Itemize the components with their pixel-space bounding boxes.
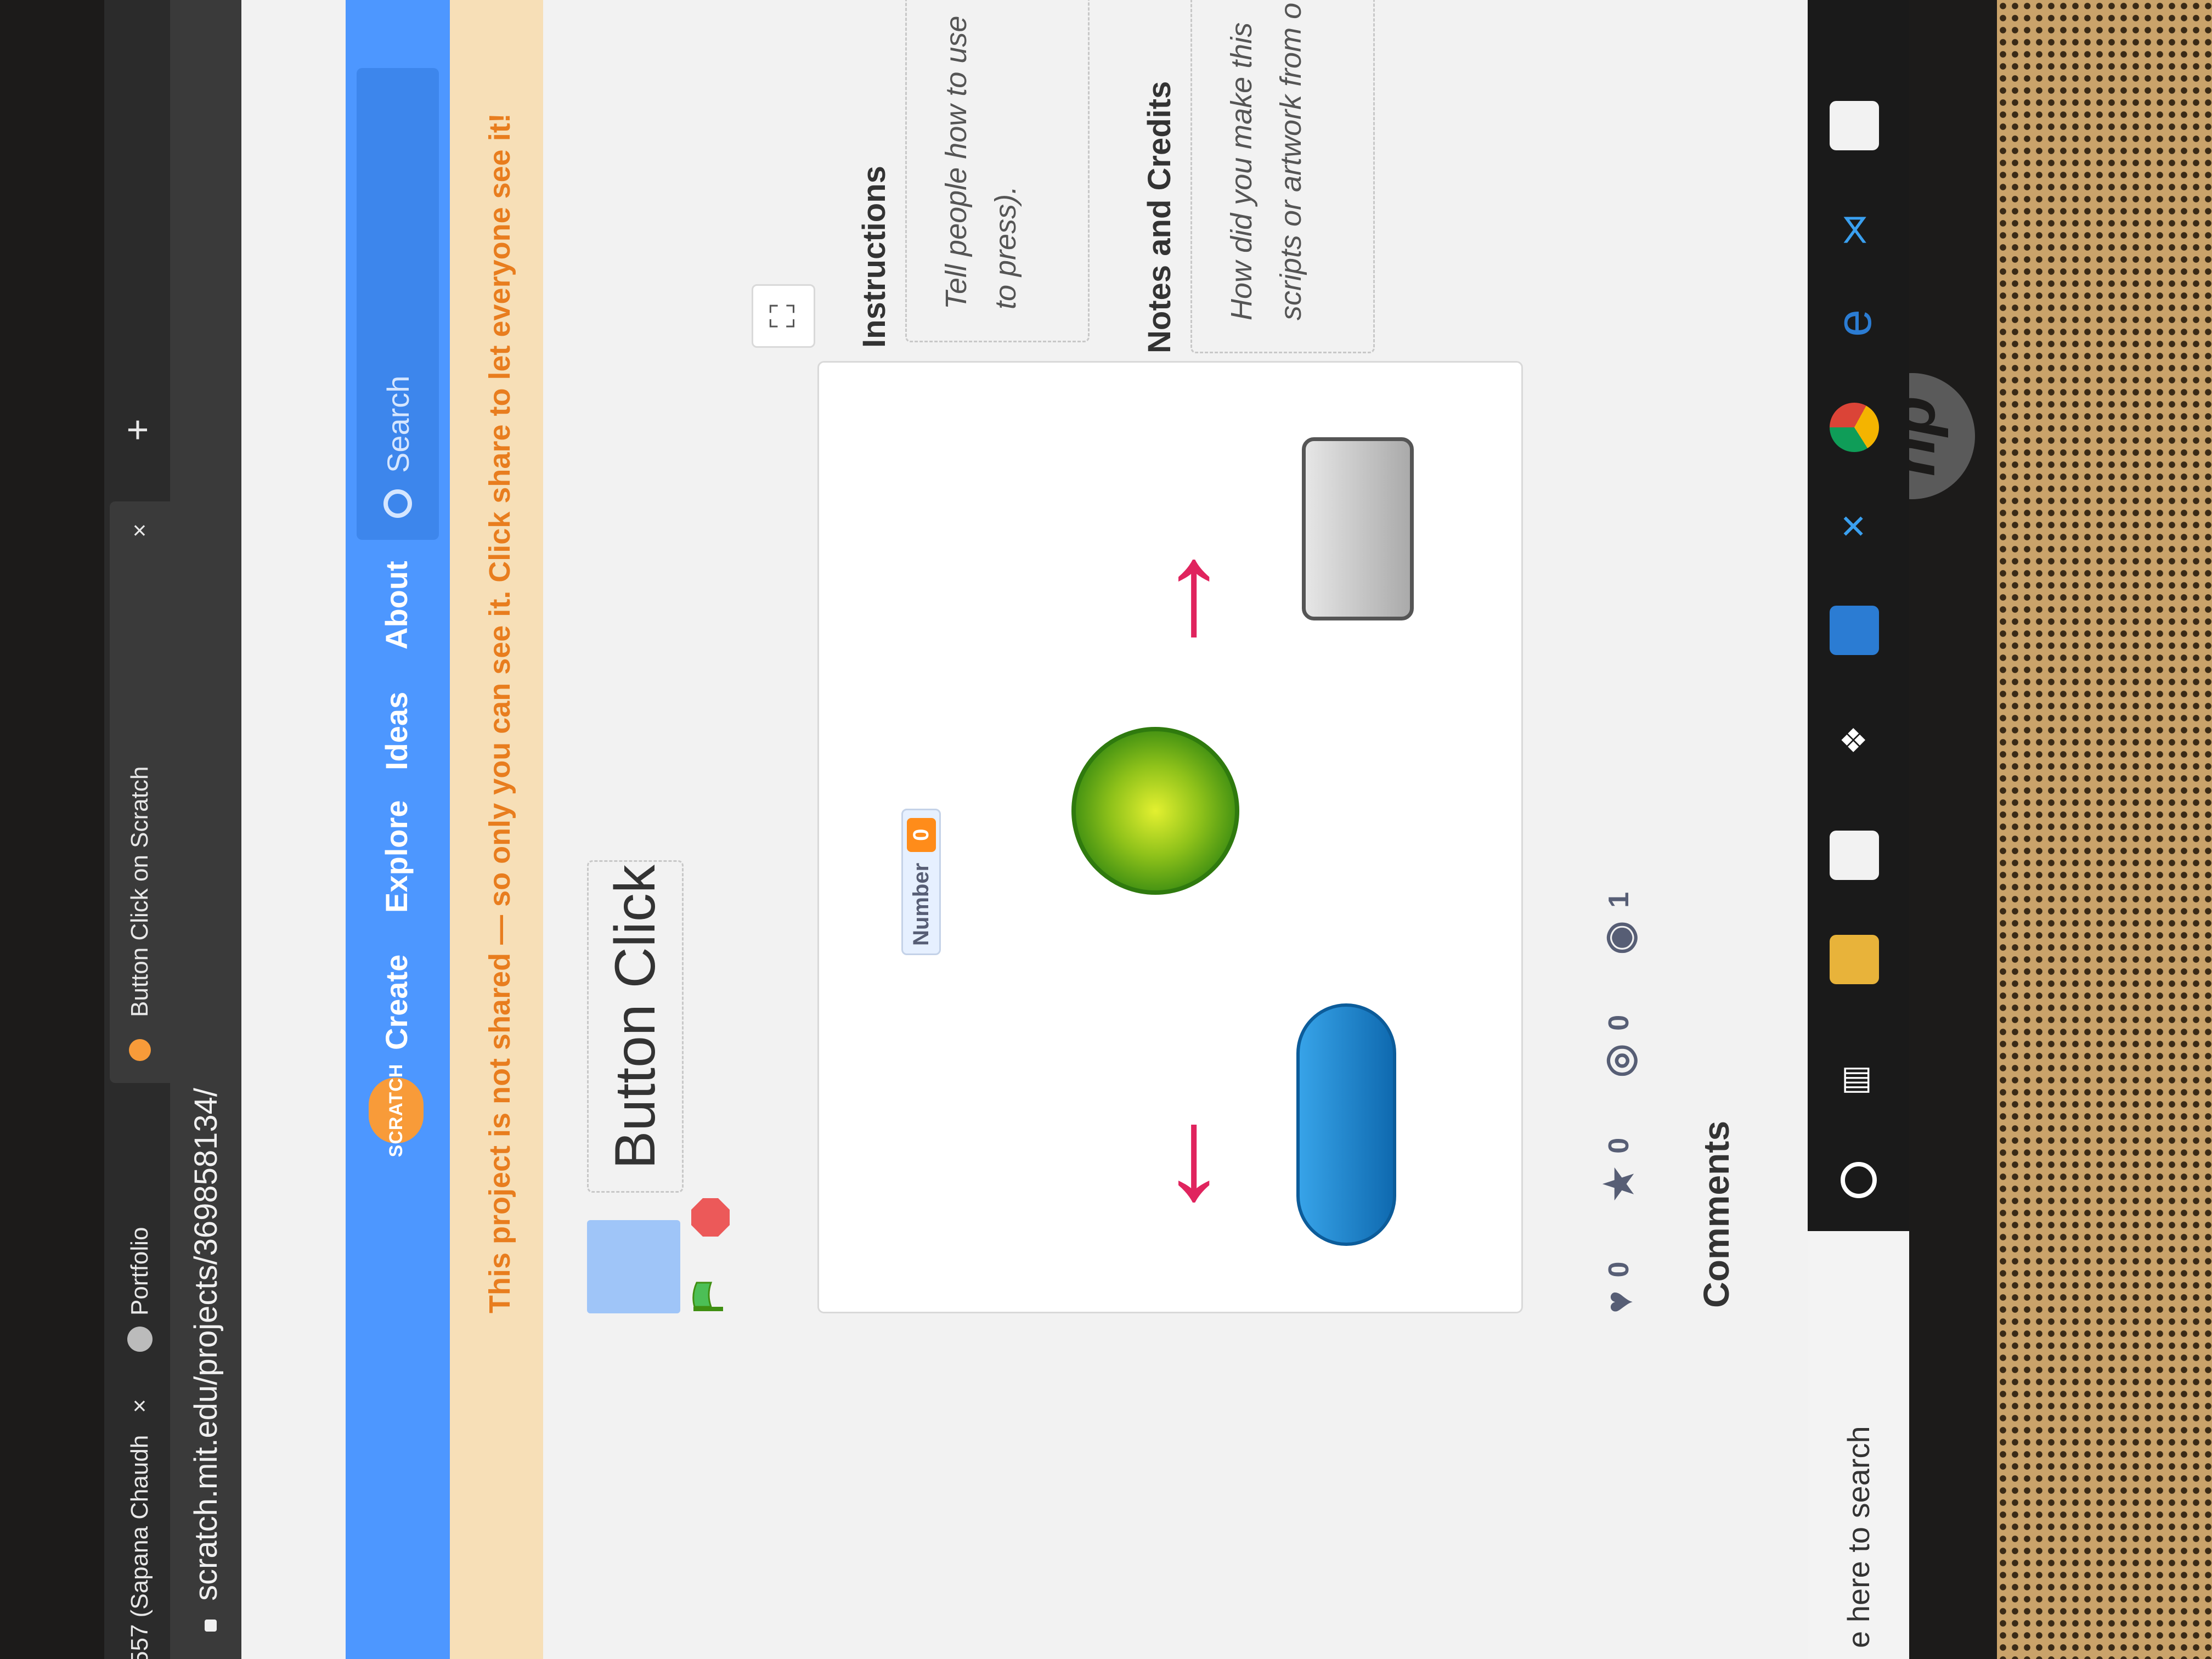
- search-input[interactable]: Search: [357, 68, 439, 540]
- scratch-logo[interactable]: SCRATCH: [369, 1064, 424, 1157]
- blue-button-sprite[interactable]: [1296, 1003, 1396, 1246]
- remix-icon: ◎: [1598, 1043, 1640, 1077]
- tab-title: Portfolio: [126, 1227, 153, 1316]
- banner-text: This project is not shared — so only you…: [483, 113, 516, 1313]
- green-flag-icon[interactable]: [691, 1280, 724, 1313]
- view-stat: ◉ 1: [1596, 892, 1641, 955]
- store-icon[interactable]: [1830, 831, 1879, 880]
- nav-about[interactable]: About: [379, 561, 414, 650]
- favorite-count: 0: [1603, 1137, 1635, 1154]
- laptop-speaker-grille: [1997, 0, 2212, 1659]
- project-title-field[interactable]: Button Click: [587, 860, 684, 1193]
- browser-tab-bar: 557 (Sapana Chaudh × Portfolio Button Cl…: [104, 0, 170, 1659]
- search-placeholder: Search: [380, 375, 415, 473]
- green-button-sprite[interactable]: [1071, 727, 1239, 895]
- project-stats: ♥ 0 ★ 0 ◎ 0 ◉ 1: [1596, 832, 1641, 1313]
- left-arrow-sprite: ←: [1097, 1098, 1244, 1229]
- lock-icon: [204, 1620, 217, 1632]
- dropbox-icon[interactable]: ❖: [1830, 715, 1879, 765]
- taskbar-search[interactable]: e here to search: [1808, 1231, 1909, 1659]
- search-icon: [383, 489, 412, 518]
- browser-tab-active[interactable]: Button Click on Scratch ×: [110, 501, 170, 1083]
- close-icon[interactable]: ×: [126, 1399, 154, 1413]
- instructions-line-2: to press).: [989, 185, 1022, 309]
- file-explorer-icon[interactable]: [1830, 935, 1879, 984]
- project-thumbnail: [587, 1220, 680, 1313]
- monitor-value: 0: [906, 817, 936, 852]
- windows-taskbar: e here to search ▥ ❖ ✕ e ⋊: [1808, 0, 1909, 1659]
- edge-icon[interactable]: e: [1827, 298, 1882, 348]
- remix-count: 0: [1603, 1014, 1635, 1031]
- notes-line-2: scripts or artwork from o: [1274, 2, 1307, 320]
- vscode-icon[interactable]: ✕: [1830, 501, 1879, 551]
- notes-heading: Notes and Credits: [1142, 81, 1177, 353]
- new-tab-button[interactable]: +: [115, 419, 159, 441]
- nav-explore[interactable]: Explore: [379, 800, 414, 913]
- stop-icon[interactable]: [691, 1198, 730, 1237]
- url-text: scratch.mit.edu/projects/369858134/: [188, 1088, 224, 1601]
- notes-line-1: How did you make this: [1225, 22, 1258, 320]
- nav-ideas[interactable]: Ideas: [379, 692, 414, 770]
- heart-icon: ♥: [1598, 1290, 1640, 1313]
- love-stat[interactable]: ♥ 0: [1597, 1262, 1641, 1313]
- address-bar[interactable]: scratch.mit.edu/projects/369858134/: [170, 0, 241, 1659]
- mail-icon[interactable]: [1830, 606, 1879, 655]
- photos-icon[interactable]: [1830, 101, 1879, 150]
- instructions-line-1: Tell people how to use: [940, 15, 973, 309]
- instructions-heading: Instructions: [856, 166, 892, 348]
- browser-tab[interactable]: 557 (Sapana Chaudh ×: [110, 1399, 170, 1659]
- nav-create[interactable]: Create: [379, 955, 414, 1050]
- project-title: Button Click: [603, 865, 667, 1169]
- cortana-icon[interactable]: [1841, 1162, 1877, 1198]
- close-icon[interactable]: ×: [126, 523, 154, 538]
- not-shared-banner: This project is not shared — so only you…: [450, 0, 543, 1659]
- love-count: 0: [1603, 1261, 1635, 1278]
- scratch-favicon-icon: [129, 1039, 151, 1061]
- browser-tab[interactable]: Portfolio: [110, 1227, 170, 1352]
- tab-title: Button Click on Scratch: [126, 766, 153, 1017]
- gray-button-sprite[interactable]: [1302, 437, 1414, 620]
- tab-title: 557 (Sapana Chaudh: [126, 1435, 153, 1659]
- chrome-icon[interactable]: [1830, 403, 1879, 452]
- globe-icon: [127, 1327, 153, 1352]
- project-stage[interactable]: Number 0 ← →: [817, 361, 1523, 1313]
- view-count: 1: [1603, 891, 1635, 908]
- star-icon: ★: [1598, 1166, 1640, 1201]
- monitor-label: Number: [909, 862, 933, 946]
- fullscreen-icon[interactable]: ⛶: [752, 284, 815, 348]
- eye-icon: ◉: [1598, 921, 1640, 955]
- favorite-stat[interactable]: ★ 0: [1596, 1138, 1641, 1201]
- visual-studio-icon[interactable]: ⋊: [1830, 205, 1879, 255]
- comments-heading: Comments: [1696, 1120, 1736, 1308]
- taskbar-search-text: e here to search: [1841, 1426, 1876, 1648]
- remix-stat: ◎ 0: [1596, 1015, 1641, 1077]
- scratch-navbar: SCRATCH Create Explore Ideas About Searc…: [346, 0, 450, 1659]
- task-view-icon[interactable]: ▥: [1830, 1056, 1879, 1105]
- variable-monitor: Number 0: [901, 808, 941, 955]
- laptop-screen: 557 (Sapana Chaudh × Portfolio Button Cl…: [104, 0, 1909, 1659]
- right-arrow-sprite: →: [1097, 533, 1244, 664]
